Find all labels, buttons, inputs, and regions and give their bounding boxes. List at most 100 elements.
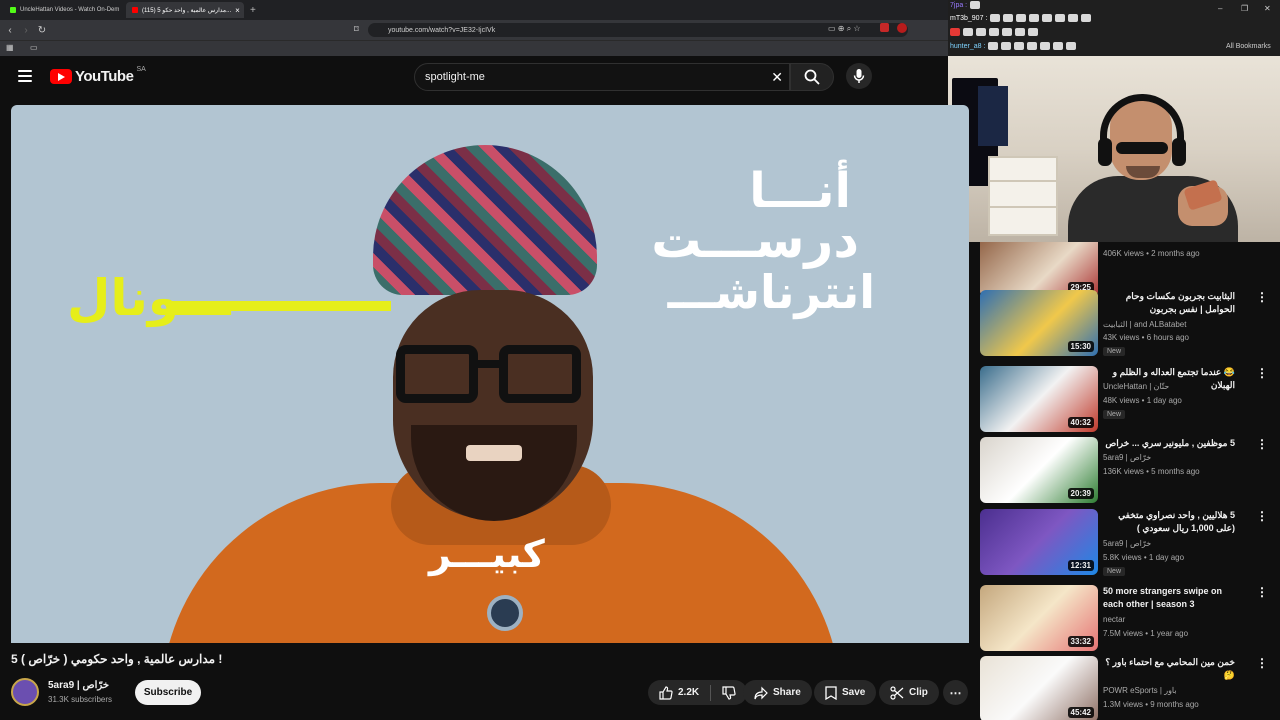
youtube-favicon-icon [132, 7, 138, 13]
recommended-video[interactable]: 45:42 خمن مين المحامي مع احتماء باور ؟ 🤔… [980, 656, 1270, 720]
channel-name[interactable]: 5ara9 | خرّاص [48, 680, 109, 691]
video-overlay-text: كبيـــر [429, 532, 545, 576]
youtube-header: YouTube SA spotlight-me ✕ [0, 56, 948, 100]
share-button[interactable]: Share [743, 680, 812, 705]
video-thumbnail[interactable]: 40:32 [980, 366, 1098, 432]
subscribe-button[interactable]: Subscribe [135, 680, 201, 705]
new-badge: New [1103, 347, 1126, 356]
video-meta: 43K views • 6 hours ago [1103, 333, 1189, 342]
forward-icon[interactable]: › [20, 25, 32, 36]
video-person-mouth [466, 445, 522, 461]
search-button[interactable] [790, 63, 834, 91]
back-icon[interactable]: ‹ [4, 25, 16, 36]
video-title[interactable]: البثابيت بجربون مكسات وحام الحوامل | نفس… [1103, 290, 1235, 316]
recommended-video[interactable]: 20:39 5 موظفين , مليونير سري ... خراص 5a… [980, 437, 1270, 507]
new-tab-icon[interactable]: + [250, 5, 256, 16]
emote-icon [1027, 42, 1038, 50]
channel-name[interactable]: UncleHattan | حتّان [1103, 382, 1169, 391]
chat-username: hunter_a8 : [950, 42, 986, 50]
video-thumbnail[interactable]: 45:42 [980, 656, 1098, 720]
video-meta: 5.8K views • 1 day ago [1103, 553, 1185, 562]
video-thumbnail[interactable]: 12:31 [980, 509, 1098, 575]
emote-icon [1055, 14, 1066, 22]
emote-icon [963, 28, 973, 36]
apps-grid-icon[interactable]: ▦ [6, 43, 14, 52]
restore-icon[interactable]: ❐ [1241, 4, 1248, 13]
channel-name[interactable]: 5ara9 | خرّاص [1103, 539, 1151, 548]
extension-shield-icon[interactable] [897, 23, 907, 33]
video-title[interactable]: 50 more strangers swipe on each other | … [1103, 585, 1235, 611]
channel-name[interactable]: الثبابيت | and ALBatabet [1103, 320, 1186, 329]
all-bookmarks-label[interactable]: All Bookmarks [1226, 43, 1271, 50]
new-badge: New [1103, 567, 1126, 576]
video-title[interactable]: 5 هلاليين , واحد نصراوي متخفي (على 1,000… [1103, 509, 1235, 535]
channel-name[interactable]: POWR eSports | باور [1103, 686, 1177, 695]
more-actions-button[interactable]: ⋯ [943, 680, 968, 705]
recommended-video[interactable]: 15:30 البثابيت بجربون مكسات وحام الحوامل… [980, 290, 1270, 360]
duration-badge: 12:31 [1067, 560, 1094, 571]
search-input[interactable]: spotlight-me ✕ [414, 63, 790, 91]
bookmarks-bar: ▦ ▭ [0, 40, 948, 56]
emote-icon [950, 28, 960, 36]
voice-search-button[interactable] [846, 63, 872, 89]
menu-icon[interactable] [18, 70, 32, 82]
recommended-video[interactable]: 40:32 😂 عندما تجتمع العداله و الظلم و ال… [980, 366, 1270, 436]
clip-button[interactable]: Clip [879, 680, 939, 705]
video-person-glasses [396, 345, 478, 403]
recommendations-sidebar: 29:25 406K views • 2 months ago 15:30 ال… [980, 242, 1270, 720]
country-code: SA [136, 66, 146, 73]
duration-badge: 20:39 [1067, 488, 1094, 499]
more-options-icon[interactable]: ⋮ [1256, 509, 1268, 523]
emote-icon [1040, 42, 1051, 50]
bookmark-star-icon[interactable]: ⌑ [354, 24, 359, 35]
more-options-icon[interactable]: ⋮ [1256, 656, 1268, 670]
duration-badge: 40:32 [1067, 417, 1094, 428]
emote-icon [1029, 14, 1040, 22]
emote-icon [1053, 42, 1064, 50]
emote-icon [1001, 42, 1012, 50]
emote-icon [976, 28, 986, 36]
browser-tab-youtube[interactable]: (115) 5 مدارس عالمية , واحد حكو... × [126, 2, 244, 18]
browser-tab-kick[interactable]: UncleHattan Videos - Watch On-Dem × [4, 2, 122, 18]
address-bar[interactable]: youtube.com/watch?v=JE32-IjcIVk [368, 23, 908, 37]
url-text: youtube.com/watch?v=JE32-IjcIVk [388, 26, 496, 34]
video-thumbnail[interactable]: 15:30 [980, 290, 1098, 356]
video-overlay-text: أنـــا [749, 163, 851, 219]
like-button[interactable]: 2.2K [659, 685, 699, 700]
search-icon [804, 69, 820, 85]
more-options-icon[interactable]: ⋮ [1256, 290, 1268, 304]
video-thumbnail[interactable]: 29:25 [980, 242, 1098, 297]
youtube-logo[interactable]: YouTube SA [50, 66, 146, 85]
more-options-icon[interactable]: ⋮ [1256, 585, 1268, 599]
channel-name[interactable]: 5ara9 | خرّاص [1103, 453, 1151, 462]
video-title[interactable]: خمن مين المحامي مع احتماء باور ؟ 🤔 [1103, 656, 1235, 682]
video-title[interactable]: 5 موظفين , مليونير سري ... خراص [1103, 437, 1235, 450]
video-thumbnail[interactable]: 33:32 [980, 585, 1098, 651]
clear-search-icon[interactable]: ✕ [771, 69, 783, 86]
channel-name[interactable]: nectar [1103, 615, 1125, 624]
share-label: Share [773, 687, 801, 698]
channel-avatar[interactable] [11, 678, 39, 706]
emote-icon [1003, 14, 1014, 22]
more-options-icon[interactable]: ⋮ [1256, 437, 1268, 451]
dislike-button[interactable] [722, 685, 736, 700]
emote-icon [988, 42, 999, 50]
close-window-icon[interactable]: ✕ [1264, 4, 1271, 13]
emote-icon [1014, 42, 1025, 50]
streamer-webcam [948, 56, 1280, 242]
minimize-icon[interactable]: – [1218, 4, 1222, 13]
extension-icon[interactable]: ▭ ⊕ ⌕ ☆ [828, 24, 861, 34]
save-button[interactable]: Save [814, 680, 877, 705]
emote-icon [1081, 14, 1092, 22]
recommended-video[interactable]: 12:31 5 هلاليين , واحد نصراوي متخفي (على… [980, 509, 1270, 579]
reload-icon[interactable]: ↻ [36, 25, 48, 36]
close-tab-icon[interactable]: × [235, 6, 240, 15]
recommended-video[interactable]: 33:32 50 more strangers swipe on each ot… [980, 585, 1270, 655]
more-options-icon[interactable]: ⋮ [1256, 366, 1268, 380]
search-value: spotlight-me [425, 71, 485, 83]
video-player[interactable]: أنـــا درســـت انترناشـــ ـــونال كبيـــ… [11, 105, 969, 643]
share-icon [754, 686, 768, 699]
extension-badge-icon[interactable] [880, 23, 889, 32]
video-thumbnail[interactable]: 20:39 [980, 437, 1098, 503]
folder-icon[interactable]: ▭ [30, 43, 38, 52]
